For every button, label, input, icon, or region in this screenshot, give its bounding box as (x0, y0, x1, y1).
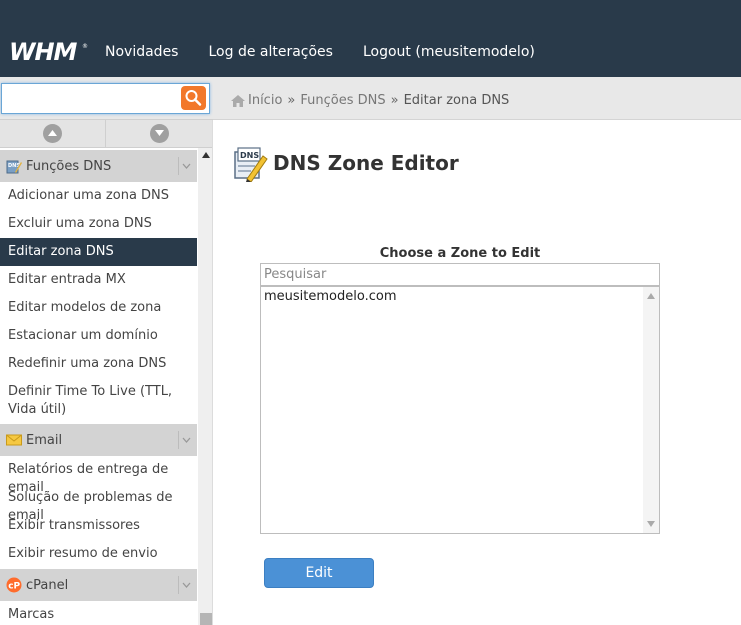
breadcrumb-separator: » (390, 93, 399, 108)
sidebar: DNS Funções DNS Adicionar uma zona DNS E… (0, 120, 213, 625)
sidebar-item-estacionar-dominio[interactable]: Estacionar um domínio (0, 327, 197, 345)
zone-option[interactable]: meusitemodelo.com (264, 289, 396, 304)
logo-text: WHM (9, 38, 78, 66)
zone-list[interactable]: meusitemodelo.com (260, 286, 660, 534)
sidebar-item-definir-ttl[interactable]: Definir Time To Live (TTL, Vida útil) (0, 383, 192, 419)
sidebar-group-title: cPanel (26, 577, 69, 593)
sidebar-item-redefinir-zona[interactable]: Redefinir uma zona DNS (0, 355, 197, 373)
arrow-down-icon (155, 130, 164, 136)
top-nav: Novidades Log de alterações Logout (meus… (105, 44, 535, 60)
sidebar-group-cpanel[interactable]: cP cPanel (0, 569, 197, 601)
breadcrumb: Início » Funções DNS » Editar zona DNS (231, 93, 509, 108)
sidebar-item-marcas[interactable]: Marcas (0, 606, 197, 624)
scroll-up-arrow-icon[interactable] (647, 293, 655, 299)
breadcrumb-home[interactable]: Início (248, 93, 282, 108)
collapse-icon[interactable] (178, 576, 192, 594)
sidebar-group-title: Email (26, 432, 63, 448)
search-icon (185, 90, 202, 106)
sidebar-scroll-up-button[interactable] (43, 124, 62, 143)
sidebar-item-excluir-zona[interactable]: Excluir uma zona DNS (0, 215, 197, 233)
sidebar-item-editar-mx[interactable]: Editar entrada MX (0, 271, 197, 289)
envelope-icon (6, 434, 22, 446)
cpanel-icon: cP (6, 577, 22, 593)
nav-logout[interactable]: Logout (meusitemodelo) (363, 44, 535, 60)
collapse-icon[interactable] (178, 157, 192, 175)
breadcrumb-section[interactable]: Funções DNS (300, 93, 385, 108)
sidebar-item-editar-modelos[interactable]: Editar modelos de zona (0, 299, 197, 317)
breadcrumb-bar: Início » Funções DNS » Editar zona DNS (213, 77, 741, 120)
scroll-up-arrow-icon[interactable] (202, 152, 210, 158)
sidebar-item-exibir-transmissores[interactable]: Exibir transmissores (0, 517, 197, 535)
nav-novidades[interactable]: Novidades (105, 44, 178, 60)
top-bar: WHM ® Novidades Log de alterações Logout… (0, 0, 741, 77)
dns-icon-label: DNS (240, 151, 259, 160)
sidebar-item-adicionar-zona[interactable]: Adicionar uma zona DNS (0, 187, 197, 205)
zone-search-input[interactable] (260, 263, 660, 286)
sidebar-item-editar-zona[interactable]: Editar zona DNS (0, 238, 197, 266)
sidebar-search-input[interactable] (1, 83, 210, 114)
zone-select-label: Choose a Zone to Edit (379, 246, 541, 261)
nav-log-alteracoes[interactable]: Log de alterações (208, 44, 332, 60)
page-title: DNS Zone Editor (273, 151, 459, 175)
breadcrumb-separator: » (287, 93, 296, 108)
breadcrumb-current: Editar zona DNS (403, 93, 510, 108)
sidebar-scroll-controls (0, 120, 212, 148)
arrow-up-icon (48, 130, 57, 136)
whm-logo[interactable]: WHM ® (9, 38, 89, 66)
svg-text:cP: cP (8, 582, 20, 592)
collapse-icon[interactable] (178, 431, 192, 449)
sidebar-group-dns[interactable]: DNS Funções DNS (0, 150, 197, 182)
sidebar-group-email[interactable]: Email (0, 424, 197, 456)
sidebar-scroll-down-button[interactable] (150, 124, 169, 143)
home-icon[interactable] (231, 94, 245, 107)
zone-list-scrollbar[interactable] (643, 287, 659, 533)
search-button[interactable] (181, 86, 206, 110)
sidebar-group-title: Funções DNS (26, 158, 112, 174)
sidebar-item-exibir-resumo-envio[interactable]: Exibir resumo de envio (0, 545, 197, 563)
sidebar-scrollbar-thumb[interactable] (200, 613, 212, 625)
sidebar-scrollbar[interactable] (198, 148, 212, 625)
dns-zone-icon: DNS (234, 147, 268, 182)
scroll-down-arrow-icon[interactable] (647, 521, 655, 527)
edit-button[interactable]: Edit (264, 558, 374, 588)
dns-icon: DNS (6, 160, 22, 174)
svg-text:®: ® (82, 43, 88, 50)
